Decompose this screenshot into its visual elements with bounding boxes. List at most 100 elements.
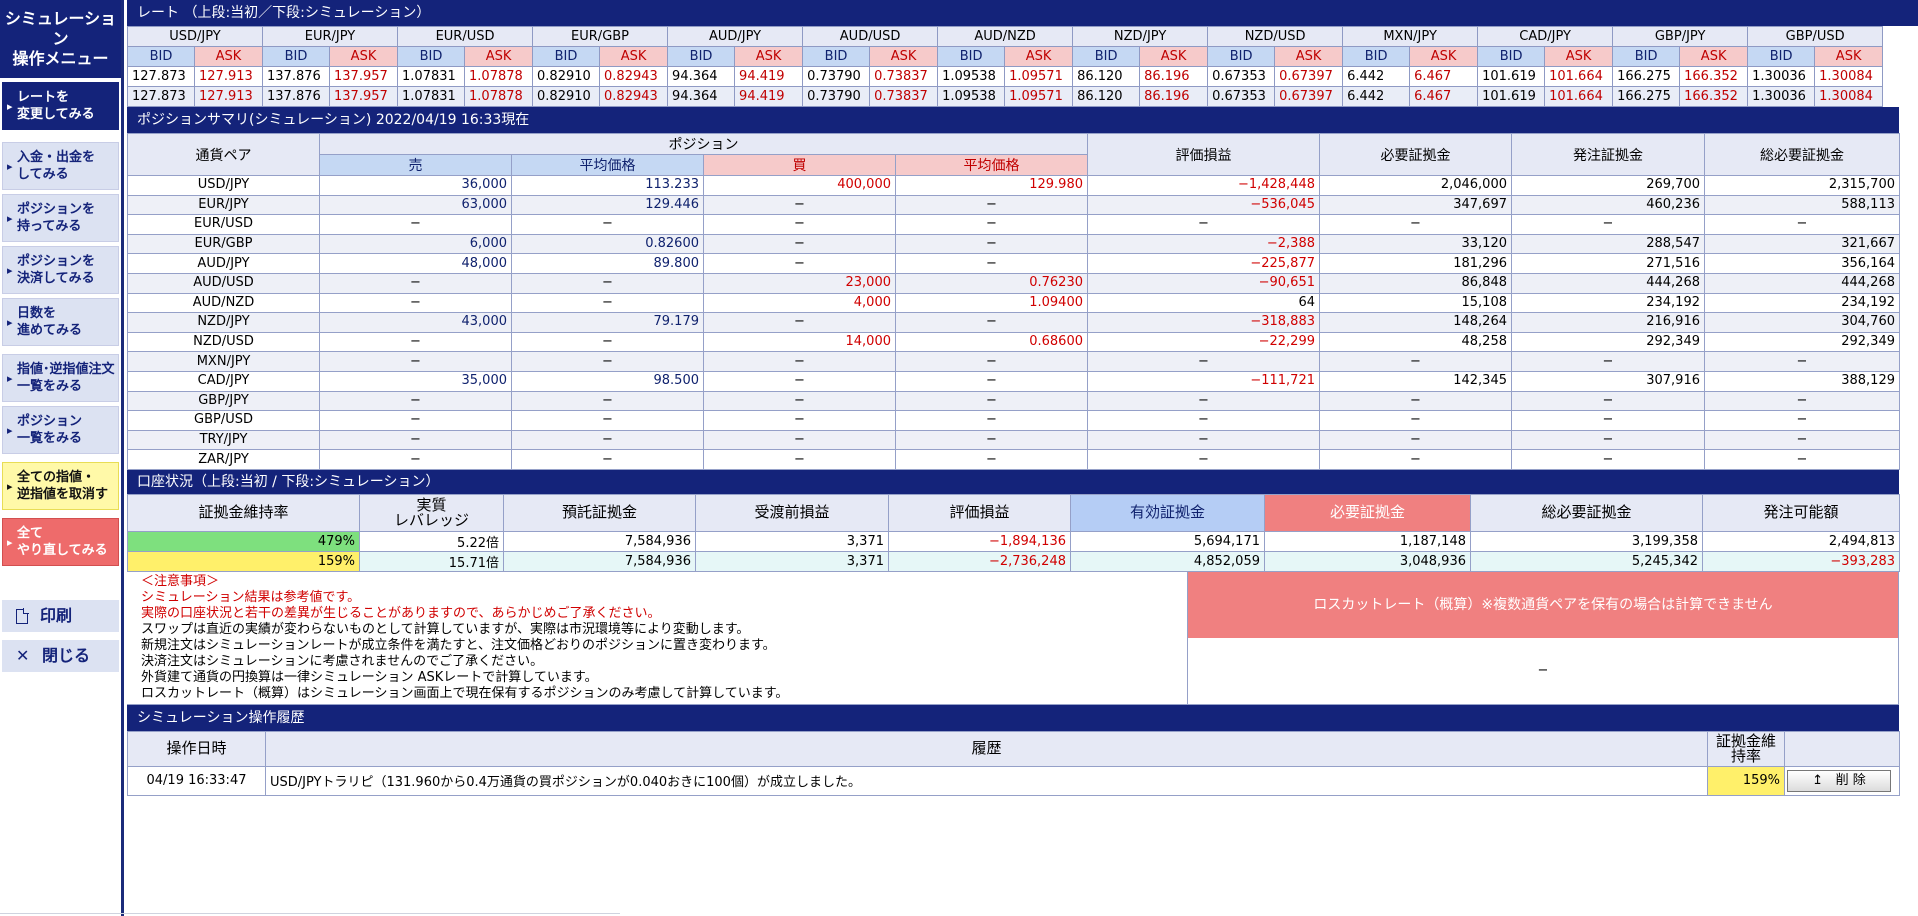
position-buy-amount: − xyxy=(703,370,896,392)
position-buy-amount: − xyxy=(703,410,896,431)
close-position-button[interactable]: ポジションを 決済してみる xyxy=(2,246,119,294)
rates-scroll-area[interactable]: USD/JPY EUR/JPY EUR/USD EUR/GBP AUD/JPY AUD/U… xyxy=(127,26,1918,107)
deposit-withdraw-button[interactable]: 入金・出金を してみる xyxy=(2,142,119,190)
bid-initial: 0.82910 xyxy=(532,66,601,87)
position-required-margin: − xyxy=(1319,214,1512,235)
position-buy-avg: − xyxy=(895,253,1088,274)
position-pl: −2,388 xyxy=(1087,233,1320,255)
position-summary-table: 通貨ペア ポジション 評価損益 必要証拠金 発注証拠金 総必要証拠金 売 平均価… xyxy=(127,133,1900,470)
bid-initial: 166.275 xyxy=(1612,66,1681,87)
available-header: 発注可能額 xyxy=(1702,493,1900,532)
position-order-margin: − xyxy=(1511,429,1705,451)
position-pair: NZD/USD xyxy=(127,331,320,353)
position-row: NZD/USD − −14,000 0.68600 −22,299 48,258 292,3… xyxy=(127,331,1900,353)
bid-initial: 6.442 xyxy=(1342,66,1411,87)
position-header: ポジション xyxy=(319,133,1088,155)
delete-history-button[interactable]: ↥ 削 除 xyxy=(1787,769,1891,792)
position-total-required: − xyxy=(1704,351,1900,372)
open-position-button[interactable]: ポジションを 持ってみる xyxy=(2,194,119,242)
position-buy-avg: − xyxy=(895,390,1088,412)
position-row: EUR/GBP 6,000 0.82600− − −2,388 33,120 288,547… xyxy=(127,233,1900,255)
position-buy-amount: − xyxy=(703,194,896,216)
notes-heading: ＜注意事項＞ xyxy=(141,573,220,589)
bid-initial: 86.120 xyxy=(1072,66,1141,87)
position-sell-amount: − xyxy=(319,410,512,431)
position-order-margin: − xyxy=(1511,410,1705,431)
sidebar-title-line2: 操作メニュー xyxy=(12,49,109,68)
bid-header: BID xyxy=(1612,46,1681,67)
bid-initial: 0.73790 xyxy=(802,66,871,87)
bid-simulation: 127.873 xyxy=(127,86,195,107)
note-line: 外貨建て通貨の円換算は一律シミュレーション ASKレートで計算しています。 xyxy=(141,669,598,685)
position-row: EUR/USD − − − − − − − − xyxy=(127,214,1900,235)
ask-header: ASK xyxy=(1679,46,1749,67)
position-pl: − xyxy=(1087,390,1320,412)
currency-pair-header: CAD/JPY xyxy=(1477,26,1614,47)
bid-simulation: 6.442 xyxy=(1342,86,1411,107)
position-required-margin: − xyxy=(1319,429,1512,451)
sell-header: 売 xyxy=(319,154,512,176)
bid-initial: 101.619 xyxy=(1477,66,1546,87)
ask-header: ASK xyxy=(1004,46,1074,67)
position-buy-avg: 0.68600 xyxy=(895,331,1088,353)
ask-simulation: 0.67397 xyxy=(1274,86,1344,107)
button-label: 持ってみる xyxy=(17,219,82,234)
position-pl: − xyxy=(1087,351,1320,372)
sell-avg-header: 平均価格 xyxy=(511,154,704,176)
position-sell-avg: 89.800 xyxy=(511,253,704,274)
currency-pair-header: AUD/NZD xyxy=(937,26,1074,47)
position-sell-avg: − xyxy=(511,410,704,431)
position-sell-avg: − xyxy=(511,272,704,294)
position-row: USD/JPY 36,000 113.233 400,000 129.980 −1,428… xyxy=(127,175,1900,196)
position-pl: −22,299 xyxy=(1087,331,1320,353)
ask-simulation: 127.913 xyxy=(194,86,263,107)
button-label: 逆指値を取消す xyxy=(17,487,109,502)
advance-days-button[interactable]: 日数を 進めてみる xyxy=(2,298,119,346)
currency-pair-header: NZD/JPY xyxy=(1072,26,1209,47)
position-required-margin: 48,258 xyxy=(1319,331,1512,353)
button-label: 決済してみる xyxy=(17,271,95,286)
history-text-header: 履歴 xyxy=(265,730,1708,767)
cancel-all-orders-button[interactable]: 全ての指値・ 逆指値を取消す xyxy=(2,462,119,510)
position-pair: TRY/JPY xyxy=(127,429,320,451)
bid-header: BID xyxy=(667,46,736,67)
margin-rate-cell: 479% xyxy=(127,530,360,552)
position-pl: − xyxy=(1087,214,1320,235)
currency-pair-header: MXN/JPY xyxy=(1342,26,1479,47)
position-order-margin: − xyxy=(1511,449,1705,470)
before-delivery-cell: 3,371 xyxy=(695,530,889,552)
bid-simulation: 101.619 xyxy=(1477,86,1546,107)
bid-header: BID xyxy=(1207,46,1276,67)
bid-initial: 1.30036 xyxy=(1747,66,1816,87)
change-rate-button[interactable]: レートを 変更してみる xyxy=(2,82,119,130)
position-total-required: 388,129 xyxy=(1704,370,1900,392)
rate-simulation-row: 127.873 127.913 137.876 137.957 1.07831 1.078… xyxy=(127,86,1884,107)
button-label: 入金・出金を xyxy=(17,150,96,165)
reset-all-button[interactable]: 全て やり直してみる xyxy=(2,518,119,566)
position-order-margin: 307,916 xyxy=(1511,370,1705,392)
bid-initial: 1.09538 xyxy=(937,66,1006,87)
position-list-button[interactable]: ポジション 一覧をみる xyxy=(2,406,119,454)
close-button[interactable]: ✕ 閉じる xyxy=(2,640,119,672)
ask-simulation: 0.73837 xyxy=(869,86,939,107)
print-label: 印刷 xyxy=(40,606,73,625)
ask-initial: 0.67397 xyxy=(1274,66,1344,87)
position-row: GBP/JPY − − − − − − − − xyxy=(127,390,1900,412)
position-row: GBP/USD − − − − − − − − xyxy=(127,410,1900,431)
position-sell-avg: − xyxy=(511,292,704,314)
bottom-divider xyxy=(0,913,620,914)
position-required-margin: 33,120 xyxy=(1319,233,1512,255)
position-row: AUD/USD − −23,000 0.76230 −90,651 86,848 444,2… xyxy=(127,272,1900,294)
position-buy-amount: − xyxy=(703,312,896,333)
print-button[interactable]: 印刷 xyxy=(2,600,119,632)
leverage-header-l2: レバレッジ xyxy=(393,510,469,529)
position-pl: 64 xyxy=(1087,292,1320,314)
position-total-required: 444,268 xyxy=(1704,272,1900,294)
order-list-button[interactable]: 指値･逆指値注文 一覧をみる xyxy=(2,354,119,402)
position-total-required: − xyxy=(1704,410,1900,431)
position-order-margin: − xyxy=(1511,214,1705,235)
pair-header: 通貨ペア xyxy=(127,133,320,176)
bid-initial: 137.876 xyxy=(262,66,330,87)
ask-header: ASK xyxy=(1139,46,1209,67)
ask-header: ASK xyxy=(1544,46,1614,67)
